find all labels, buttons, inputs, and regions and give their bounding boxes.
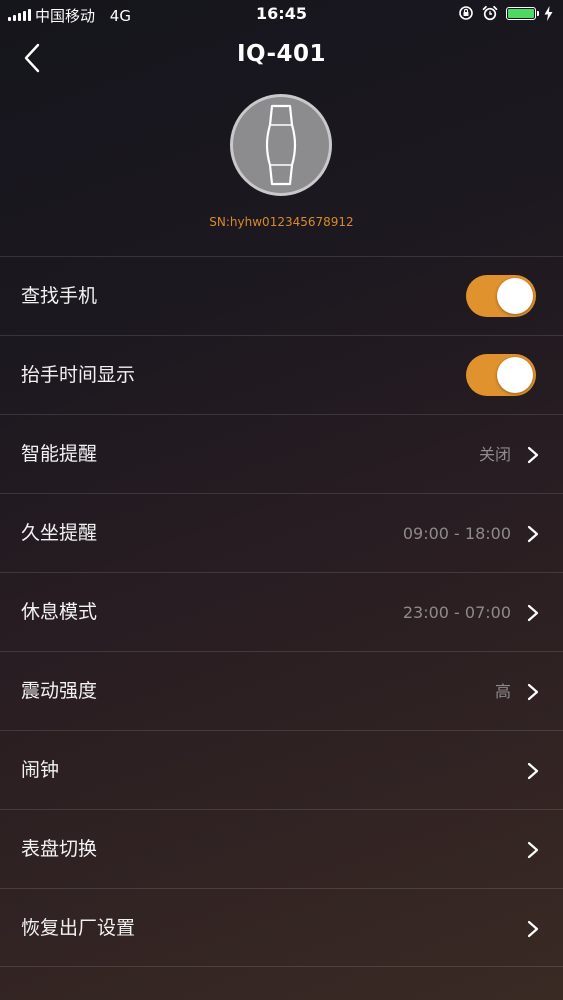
chevron-right-icon [527, 446, 539, 464]
toggle-knob [497, 278, 533, 314]
settings-row-smart-reminder[interactable]: 智能提醒 关闭 [0, 414, 563, 493]
toggle-switch[interactable] [466, 275, 536, 317]
settings-list: 查找手机抬手时间显示 智能提醒 关闭久坐提醒 09:00 - 18:00 休息模式 23:… [0, 256, 563, 967]
settings-row-label: 智能提醒 [21, 443, 98, 465]
settings-row-raise-to-wake: 抬手时间显示 [0, 335, 563, 414]
settings-row-vibration-strength[interactable]: 震动强度 高 [0, 651, 563, 730]
settings-row-factory-reset[interactable]: 恢复出厂设置 [0, 888, 563, 967]
settings-row-value: 高 [494, 682, 511, 701]
toggle-switch[interactable] [466, 354, 536, 396]
chevron-right-icon [527, 841, 539, 859]
settings-row-label: 久坐提醒 [21, 522, 98, 544]
chevron-right-icon [527, 683, 539, 701]
settings-row-alarm-clock[interactable]: 闹钟 [0, 730, 563, 809]
settings-row-find-phone: 查找手机 [0, 256, 563, 335]
settings-row-label: 震动强度 [21, 680, 98, 702]
toggle-knob [497, 357, 533, 393]
settings-row-label: 休息模式 [21, 601, 98, 623]
page-title: IQ-401 [236, 41, 327, 67]
settings-row-label: 抬手时间显示 [21, 364, 136, 386]
chevron-right-icon [527, 604, 539, 622]
settings-row-label: 恢复出厂设置 [21, 917, 136, 939]
settings-row-watch-face[interactable]: 表盘切换 [0, 809, 563, 888]
battery-icon [506, 6, 539, 20]
settings-row-rest-mode[interactable]: 休息模式 23:00 - 07:00 [0, 572, 563, 651]
chevron-right-icon [527, 762, 539, 780]
chevron-right-icon [527, 920, 539, 938]
alarm-icon [482, 5, 498, 21]
device-serial: SN:hyhw012345678912 [209, 215, 354, 229]
charging-icon [544, 5, 553, 21]
chevron-right-icon [527, 525, 539, 543]
settings-row-label: 查找手机 [21, 285, 98, 307]
settings-row-value: 23:00 - 07:00 [402, 603, 511, 622]
settings-row-value: 09:00 - 18:00 [402, 524, 511, 543]
orientation-lock-icon [459, 6, 473, 20]
settings-row-value: 关闭 [478, 445, 511, 464]
device-avatar [230, 94, 332, 196]
band-icon [265, 104, 297, 186]
settings-row-label: 表盘切换 [21, 838, 98, 860]
status-bar: 中国移动 4G 16:45 [0, 0, 563, 30]
settings-row-sedentary-reminder[interactable]: 久坐提醒 09:00 - 18:00 [0, 493, 563, 572]
status-icons [458, 5, 553, 21]
settings-row-label: 闹钟 [21, 759, 60, 781]
